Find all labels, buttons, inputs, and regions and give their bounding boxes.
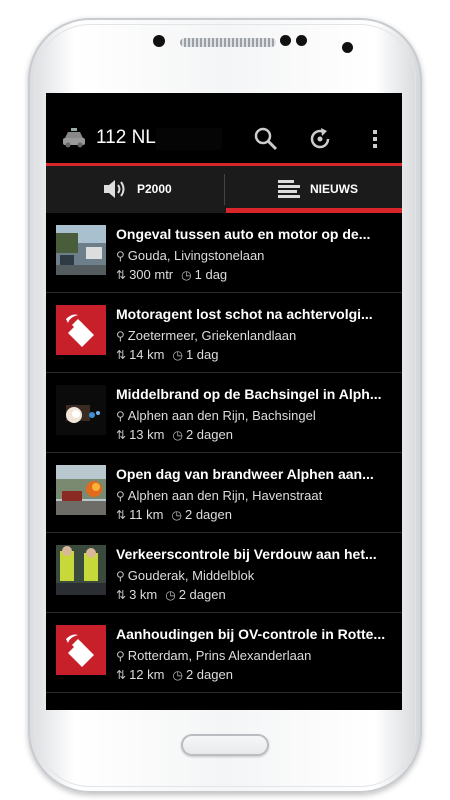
location-pin-icon: ⚲ (116, 489, 125, 503)
tab-p2000[interactable]: P2000 (46, 166, 224, 213)
news-time: 1 dag (185, 347, 219, 362)
location-pin-icon: ⚲ (116, 249, 125, 263)
news-meta: ⇅ 3 km ◷ 2 dagen (116, 587, 226, 602)
tab-p2000-label: P2000 (137, 182, 172, 196)
news-distance: 300 mtr (129, 267, 174, 282)
location-pin-icon: ⚲ (116, 569, 125, 583)
clock-icon: ◷ (172, 668, 183, 682)
distance-icon: ⇅ (116, 348, 127, 362)
police-car-icon (63, 128, 85, 148)
search-icon[interactable] (253, 126, 279, 152)
news-location: ⚲ Rotterdam, Prins Alexanderlaan (116, 648, 312, 663)
location-pin-icon: ⚲ (116, 409, 125, 423)
news-time: 2 dagen (185, 427, 233, 442)
list-item[interactable]: Middelbrand op de Bachsingel in Alph... … (46, 373, 402, 453)
app-title: 112 NL (96, 127, 156, 148)
proximity-sensor (280, 35, 291, 46)
list-item[interactable]: Aanhoudingen bij OV-controle in Rotte...… (46, 613, 402, 693)
list-item[interactable]: Motoragent lost schot na achtervolgi... … (46, 293, 402, 373)
news-location: ⚲ Zoetermeer, Griekenlandlaan (116, 328, 297, 343)
news-location: ⚲ Alphen aan den Rijn, Havenstraat (116, 488, 323, 503)
clock-icon: ◷ (181, 268, 192, 282)
earpiece-speaker (180, 38, 276, 47)
police-logo-icon (56, 305, 106, 355)
news-thumbnail (56, 545, 106, 595)
clock-icon: ◷ (171, 508, 182, 522)
news-title: Open dag van brandweer Alphen aan... (116, 466, 374, 482)
news-distance: 12 km (129, 667, 165, 682)
distance-icon: ⇅ (116, 508, 127, 522)
news-time: 1 dag (194, 267, 228, 282)
home-button[interactable] (181, 734, 269, 756)
distance-icon: ⇅ (116, 668, 127, 682)
news-location: ⚲ Alphen aan den Rijn, Bachsingel (116, 408, 316, 423)
list-item[interactable]: Verkeerscontrole bij Verdouw aan het... … (46, 533, 402, 613)
news-location: ⚲ Gouda, Livingstonelaan (116, 248, 265, 263)
clock-icon: ◷ (172, 348, 183, 362)
light-sensor (296, 35, 307, 46)
news-time: 2 dagen (178, 587, 226, 602)
news-title: Ongeval tussen auto en motor op de... (116, 226, 371, 242)
news-title: Motoragent lost schot na achtervolgi... (116, 306, 373, 322)
tab-bar: P2000 NIEUWS (46, 166, 402, 213)
news-title: Verkeerscontrole bij Verdouw aan het... (116, 546, 377, 562)
clock-icon: ◷ (165, 588, 176, 602)
location-pin-icon: ⚲ (116, 329, 125, 343)
news-meta: ⇅ 13 km ◷ 2 dagen (116, 427, 233, 442)
distance-icon: ⇅ (116, 428, 127, 442)
news-thumbnail (56, 385, 106, 435)
action-bar: 112 NL (46, 115, 402, 163)
news-thumbnail (56, 225, 106, 275)
news-time: 2 dagen (184, 507, 232, 522)
news-time: 2 dagen (185, 667, 233, 682)
news-distance: 3 km (129, 587, 158, 602)
tab-nieuws-label: NIEUWS (310, 182, 358, 196)
news-distance: 13 km (129, 427, 165, 442)
news-distance: 11 km (129, 507, 164, 522)
news-location: ⚲ Gouderak, Middelblok (116, 568, 255, 583)
speaker-icon (104, 180, 125, 198)
news-title: Middelbrand op de Bachsingel in Alph... (116, 386, 382, 402)
news-meta: ⇅ 300 mtr ◷ 1 dag (116, 267, 227, 282)
list-item[interactable]: Open dag van brandweer Alphen aan... ⚲ Al… (46, 453, 402, 533)
clock-icon: ◷ (172, 428, 183, 442)
refresh-icon[interactable] (307, 126, 333, 152)
news-thumbnail (56, 465, 106, 515)
news-meta: ⇅ 12 km ◷ 2 dagen (116, 667, 233, 682)
news-list-icon (278, 180, 300, 198)
location-pin-icon: ⚲ (116, 649, 125, 663)
police-logo-icon (56, 625, 106, 675)
news-meta: ⇅ 11 km ◷ 2 dagen (116, 507, 232, 522)
distance-icon: ⇅ (116, 588, 127, 602)
overflow-menu-icon[interactable] (362, 126, 388, 152)
list-item[interactable]: Ongeval tussen auto en motor op de... ⚲ G… (46, 213, 402, 293)
sensor-dot (342, 42, 353, 53)
front-camera (153, 35, 165, 47)
news-title: Aanhoudingen bij OV-controle in Rotte... (116, 626, 386, 642)
news-distance: 14 km (129, 347, 165, 362)
app-screen: 112 NL P2000 NIEUWS Ongeval tussen auto … (46, 93, 402, 710)
news-meta: ⇅ 14 km ◷ 1 dag (116, 347, 219, 362)
title-redaction (156, 128, 222, 150)
tab-nieuws[interactable]: NIEUWS (224, 166, 402, 213)
distance-icon: ⇅ (116, 268, 127, 282)
